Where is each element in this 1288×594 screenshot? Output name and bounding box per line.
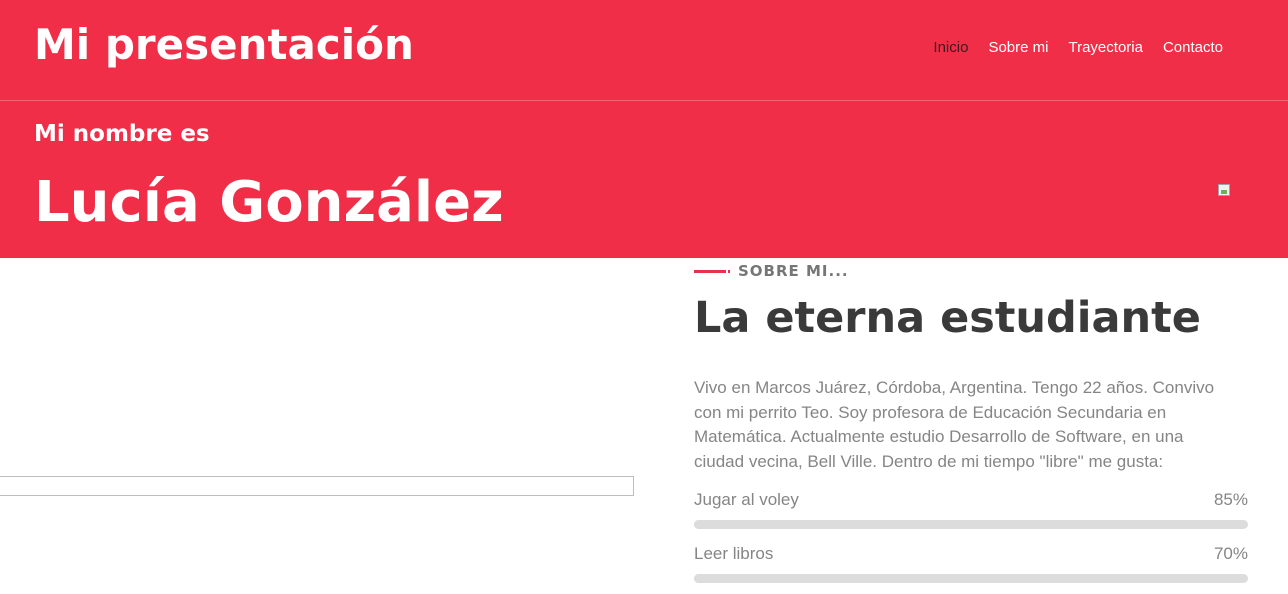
skill-percent: 85% [1213,490,1248,509]
skill-progress-bar [694,520,1248,529]
skill-item: Jugar al voley 85% [694,490,1248,529]
kicker-line-decoration [694,269,730,273]
skill-progress-bar [694,574,1248,583]
skill-label: Jugar al voley [694,490,799,509]
skill-percent: 70% [1213,544,1248,563]
intro-text: Mi nombre es [34,121,210,147]
skill-progress-fill [694,574,1082,583]
kicker-label: SOBRE MI... [738,262,849,280]
header-divider [0,100,1288,101]
site-title[interactable]: Mi presentación [34,20,414,69]
skill-progress-fill [694,520,1165,529]
hero-header: Mi presentación Inicio Sobre mi Trayecto… [0,0,1288,258]
about-paragraph: Vivo en Marcos Juárez, Córdoba, Argentin… [694,378,1215,471]
person-name: Lucía González [34,170,504,235]
section-kicker: SOBRE MI... [694,262,849,280]
skill-label: Leer libros [694,544,774,563]
nav-link-trayectoria[interactable]: Trayectoria [1068,39,1142,56]
about-title: La eterna estudiante [694,293,1201,343]
skill-item: Leer libros 70% [694,544,1248,583]
nav-link-contacto[interactable]: Contacto [1163,39,1223,56]
broken-image-icon [1217,183,1233,199]
nav-link-inicio[interactable]: Inicio [933,39,968,56]
image-placeholder-box [0,476,634,496]
nav-link-sobre-mi[interactable]: Sobre mi [988,39,1048,56]
main-nav: Inicio Sobre mi Trayectoria Contacto [933,39,1223,56]
